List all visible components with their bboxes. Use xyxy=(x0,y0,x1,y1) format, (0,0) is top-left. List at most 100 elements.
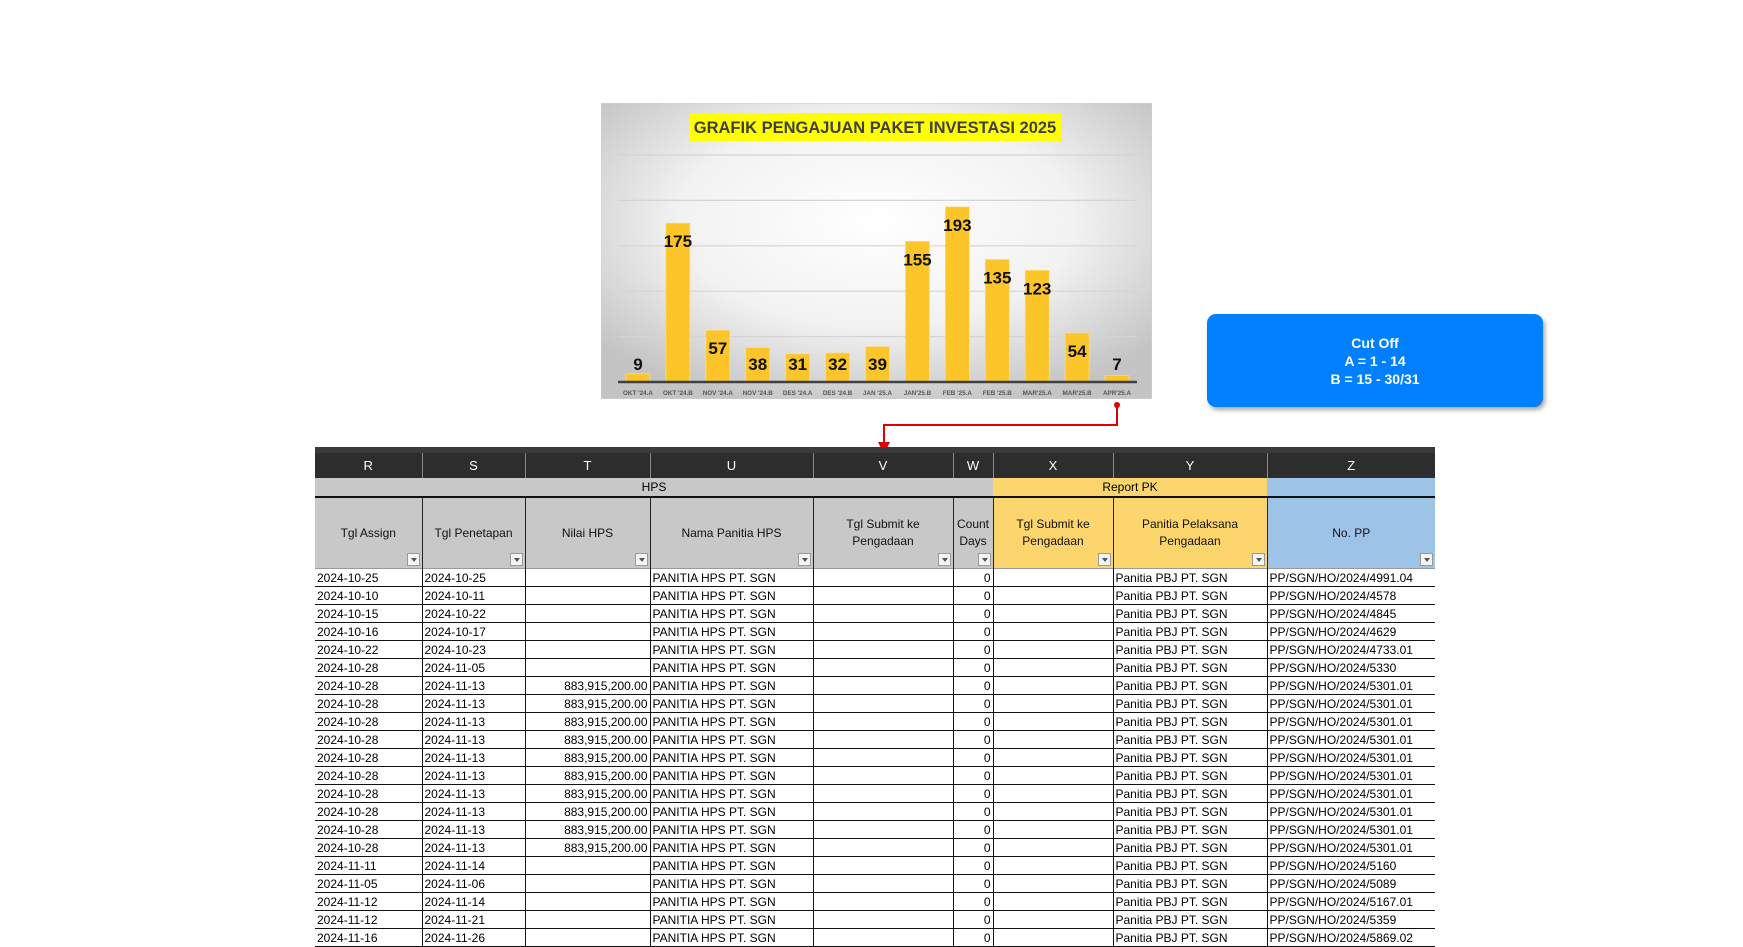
table-cell[interactable]: 883,915,200.00 xyxy=(524,784,650,803)
table-cell[interactable]: PP/SGN/HO/2024/5359 xyxy=(1266,910,1435,929)
table-cell[interactable]: PP/SGN/HO/2024/4578 xyxy=(1266,586,1435,605)
table-cell[interactable] xyxy=(992,622,1113,641)
table-cell[interactable] xyxy=(812,856,953,875)
table-cell[interactable]: 883,915,200.00 xyxy=(524,730,650,749)
table-cell[interactable]: Panitia PBJ PT. SGN xyxy=(1112,910,1267,929)
table-cell[interactable]: 2024-10-28 xyxy=(315,676,422,695)
table-cell[interactable]: 0 xyxy=(952,730,993,749)
table-cell[interactable] xyxy=(812,694,953,713)
table-cell[interactable] xyxy=(812,766,953,785)
table-cell[interactable]: 2024-11-13 xyxy=(421,820,525,839)
table-cell[interactable]: PANITIA HPS PT. SGN xyxy=(649,928,813,947)
table-cell[interactable]: 0 xyxy=(952,892,993,911)
table-cell[interactable]: PP/SGN/HO/2024/4629 xyxy=(1266,622,1435,641)
table-cell[interactable]: 0 xyxy=(952,694,993,713)
table-cell[interactable]: PP/SGN/HO/2024/5089 xyxy=(1266,874,1435,893)
table-cell[interactable] xyxy=(992,568,1113,587)
table-cell[interactable] xyxy=(812,910,953,929)
table-cell[interactable] xyxy=(992,892,1113,911)
table-cell[interactable] xyxy=(812,676,953,695)
table-cell[interactable]: PANITIA HPS PT. SGN xyxy=(649,658,813,677)
table-cell[interactable]: 0 xyxy=(952,766,993,785)
table-cell[interactable]: PP/SGN/HO/2024/5301.01 xyxy=(1266,730,1435,749)
table-cell[interactable]: 0 xyxy=(952,640,993,659)
table-cell[interactable]: PP/SGN/HO/2024/5167.01 xyxy=(1266,892,1435,911)
table-cell[interactable]: Panitia PBJ PT. SGN xyxy=(1112,802,1267,821)
table-cell[interactable]: 2024-11-21 xyxy=(421,910,525,929)
column-letter-w[interactable]: W xyxy=(952,447,993,478)
table-cell[interactable]: 2024-10-16 xyxy=(315,622,422,641)
table-cell[interactable]: PANITIA HPS PT. SGN xyxy=(649,766,813,785)
table-cell[interactable] xyxy=(524,622,650,641)
table-cell[interactable]: 0 xyxy=(952,676,993,695)
table-cell[interactable] xyxy=(524,856,650,875)
table-cell[interactable]: Panitia PBJ PT. SGN xyxy=(1112,676,1267,695)
column-letter-u[interactable]: U xyxy=(649,447,813,478)
column-letter-y[interactable]: Y xyxy=(1112,447,1267,478)
table-cell[interactable]: 2024-11-13 xyxy=(421,676,525,695)
table-cell[interactable]: 2024-11-13 xyxy=(421,838,525,857)
table-cell[interactable]: Panitia PBJ PT. SGN xyxy=(1112,586,1267,605)
table-cell[interactable] xyxy=(992,820,1113,839)
table-cell[interactable] xyxy=(812,784,953,803)
table-cell[interactable]: PANITIA HPS PT. SGN xyxy=(649,748,813,767)
table-cell[interactable] xyxy=(524,874,650,893)
table-cell[interactable]: 0 xyxy=(952,874,993,893)
column-letter-r[interactable]: R xyxy=(315,447,422,478)
table-cell[interactable]: PANITIA HPS PT. SGN xyxy=(649,802,813,821)
filter-dropdown-icon[interactable] xyxy=(406,553,420,566)
table-cell[interactable]: 2024-10-28 xyxy=(315,820,422,839)
table-cell[interactable]: 2024-10-25 xyxy=(421,568,525,587)
table-cell[interactable] xyxy=(812,586,953,605)
table-cell[interactable] xyxy=(812,622,953,641)
table-cell[interactable]: PP/SGN/HO/2024/5330 xyxy=(1266,658,1435,677)
table-cell[interactable]: PANITIA HPS PT. SGN xyxy=(649,622,813,641)
table-cell[interactable]: 2024-11-12 xyxy=(315,910,422,929)
table-cell[interactable]: 2024-11-13 xyxy=(421,730,525,749)
table-cell[interactable]: PP/SGN/HO/2024/5301.01 xyxy=(1266,802,1435,821)
table-cell[interactable] xyxy=(992,676,1113,695)
table-cell[interactable]: PANITIA HPS PT. SGN xyxy=(649,694,813,713)
table-cell[interactable]: 2024-11-13 xyxy=(421,748,525,767)
table-cell[interactable]: 2024-11-13 xyxy=(421,712,525,731)
table-cell[interactable]: 2024-10-17 xyxy=(421,622,525,641)
table-cell[interactable]: Panitia PBJ PT. SGN xyxy=(1112,874,1267,893)
table-cell[interactable]: PANITIA HPS PT. SGN xyxy=(649,676,813,695)
table-cell[interactable]: 0 xyxy=(952,856,993,875)
table-cell[interactable]: PP/SGN/HO/2024/5301.01 xyxy=(1266,676,1435,695)
table-cell[interactable] xyxy=(524,640,650,659)
table-cell[interactable] xyxy=(812,802,953,821)
table-cell[interactable]: Panitia PBJ PT. SGN xyxy=(1112,712,1267,731)
filter-dropdown-icon[interactable] xyxy=(977,553,991,566)
table-cell[interactable] xyxy=(992,640,1113,659)
table-cell[interactable]: PP/SGN/HO/2024/4991.04 xyxy=(1266,568,1435,587)
table-cell[interactable]: Panitia PBJ PT. SGN xyxy=(1112,748,1267,767)
table-cell[interactable] xyxy=(992,838,1113,857)
table-cell[interactable] xyxy=(524,586,650,605)
filter-dropdown-icon[interactable] xyxy=(1251,553,1265,566)
table-cell[interactable]: PANITIA HPS PT. SGN xyxy=(649,892,813,911)
table-cell[interactable] xyxy=(524,928,650,947)
table-cell[interactable]: 2024-10-25 xyxy=(315,568,422,587)
table-cell[interactable] xyxy=(992,730,1113,749)
table-cell[interactable] xyxy=(812,748,953,767)
column-letter-z[interactable]: Z xyxy=(1266,447,1435,478)
table-cell[interactable]: 0 xyxy=(952,928,993,947)
table-cell[interactable]: 883,915,200.00 xyxy=(524,838,650,857)
table-cell[interactable]: 2024-11-13 xyxy=(421,784,525,803)
table-cell[interactable] xyxy=(812,640,953,659)
table-cell[interactable] xyxy=(992,856,1113,875)
filter-dropdown-icon[interactable] xyxy=(937,553,951,566)
filter-dropdown-icon[interactable] xyxy=(797,553,811,566)
table-cell[interactable]: 2024-10-28 xyxy=(315,784,422,803)
table-cell[interactable] xyxy=(812,730,953,749)
table-cell[interactable] xyxy=(992,694,1113,713)
table-cell[interactable] xyxy=(992,748,1113,767)
table-cell[interactable]: Panitia PBJ PT. SGN xyxy=(1112,568,1267,587)
table-cell[interactable]: 883,915,200.00 xyxy=(524,712,650,731)
table-cell[interactable] xyxy=(992,658,1113,677)
table-cell[interactable]: Panitia PBJ PT. SGN xyxy=(1112,856,1267,875)
table-cell[interactable]: Panitia PBJ PT. SGN xyxy=(1112,640,1267,659)
table-cell[interactable]: 0 xyxy=(952,568,993,587)
table-cell[interactable]: 0 xyxy=(952,910,993,929)
